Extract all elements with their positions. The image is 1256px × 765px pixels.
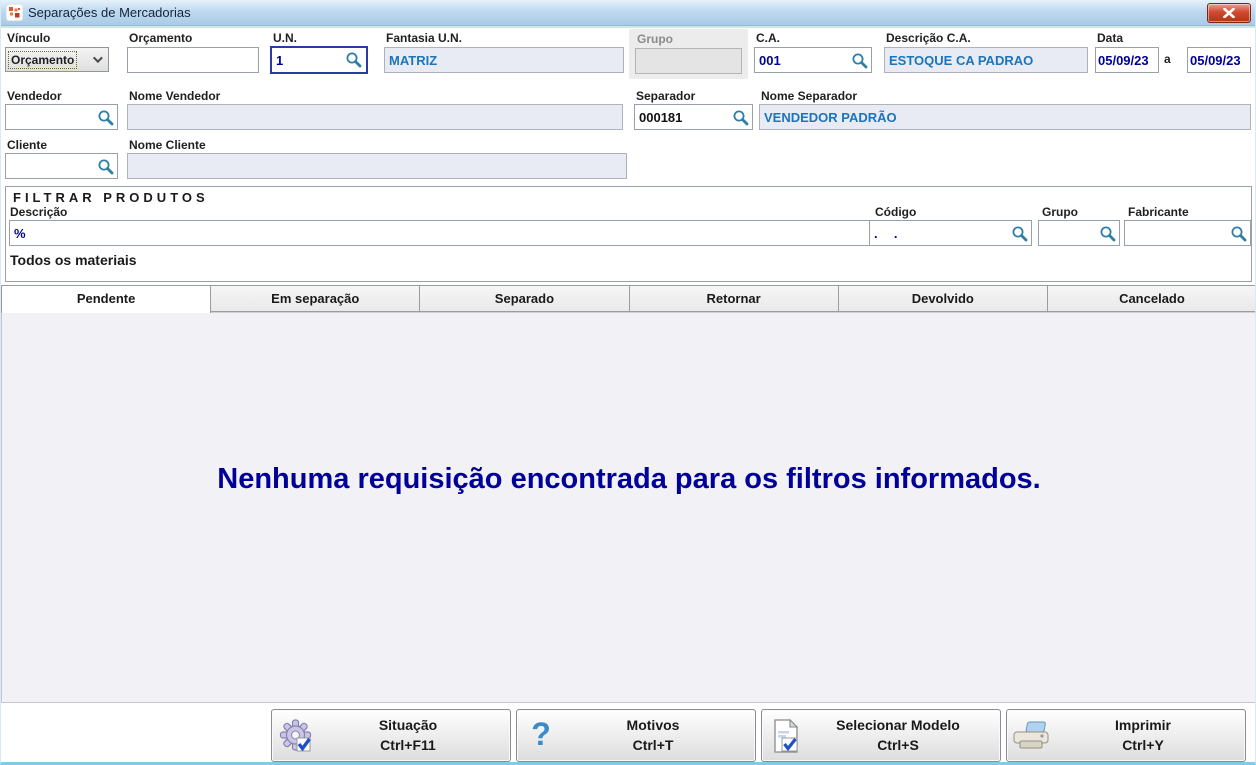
filtro-codigo-label: Código bbox=[875, 205, 917, 219]
todos-materiais-text: Todos os materiais bbox=[10, 252, 137, 268]
grupo-input bbox=[635, 48, 742, 74]
descricao-ca-label: Descrição C.A. bbox=[886, 31, 971, 45]
svg-text:?: ? bbox=[531, 718, 551, 752]
nome-cliente-value bbox=[127, 153, 627, 179]
selecionar-modelo-shortcut: Ctrl+S bbox=[877, 736, 919, 753]
filtro-grupo-label: Grupo bbox=[1042, 205, 1078, 219]
motivos-label: Motivos bbox=[626, 716, 680, 733]
motivos-button[interactable]: ? Motivos Ctrl+T bbox=[516, 709, 756, 762]
un-search-icon[interactable] bbox=[345, 51, 362, 68]
chevron-down-icon bbox=[92, 53, 103, 64]
separador-label: Separador bbox=[636, 89, 696, 103]
separador-search-icon[interactable] bbox=[732, 109, 749, 126]
situacao-label: Situação bbox=[378, 716, 438, 733]
filtro-fabricante-field bbox=[1124, 220, 1251, 246]
vendedor-field bbox=[5, 104, 118, 130]
filtro-codigo-field bbox=[869, 220, 1032, 246]
vendedor-search-icon[interactable] bbox=[97, 109, 114, 126]
question-icon: ? bbox=[517, 718, 565, 754]
selecionar-modelo-button-text: Selecionar Modelo Ctrl+S bbox=[810, 716, 986, 755]
close-button[interactable] bbox=[1207, 3, 1251, 23]
tab-pendente[interactable]: Pendente bbox=[1, 285, 212, 313]
orcamento-label: Orçamento bbox=[129, 31, 193, 45]
imprimir-label: Imprimir bbox=[1114, 716, 1171, 733]
title-bar[interactable]: Separações de Mercadorias bbox=[1, 0, 1255, 26]
nome-separador-value bbox=[759, 104, 1251, 130]
nome-separador-label: Nome Separador bbox=[761, 89, 858, 103]
motivos-shortcut: Ctrl+T bbox=[632, 736, 674, 753]
gear-check-icon bbox=[272, 718, 320, 753]
status-tabs: Pendente Em separação Separado Retornar … bbox=[1, 285, 1255, 313]
nome-vendedor-value bbox=[127, 104, 623, 130]
imprimir-button-text: Imprimir Ctrl+Y bbox=[1055, 716, 1231, 755]
filtro-grupo-field bbox=[1038, 220, 1120, 246]
data-to-input[interactable] bbox=[1187, 47, 1251, 73]
un-field bbox=[270, 46, 368, 74]
situacao-button-text: Situação Ctrl+F11 bbox=[320, 716, 496, 755]
tab-cancelado[interactable]: Cancelado bbox=[1046, 285, 1255, 312]
fantasia-un-label: Fantasia U.N. bbox=[386, 31, 463, 45]
close-icon bbox=[1223, 8, 1235, 18]
tab-em-separacao[interactable]: Em separação bbox=[210, 285, 421, 312]
cliente-search-icon[interactable] bbox=[97, 158, 114, 175]
separacoes-window: Separações de Mercadorias Vínculo Orçame… bbox=[0, 0, 1256, 765]
filtro-descricao-label: Descrição bbox=[10, 205, 68, 219]
grupo-search-icon[interactable] bbox=[1099, 225, 1116, 242]
filtro-descricao-input[interactable] bbox=[9, 220, 870, 246]
codigo-search-icon[interactable] bbox=[1011, 225, 1028, 242]
vendedor-label: Vendedor bbox=[7, 89, 62, 103]
data-label: Data bbox=[1097, 31, 1124, 45]
printer-icon bbox=[1007, 720, 1055, 752]
nome-vendedor-label: Nome Vendedor bbox=[129, 89, 221, 103]
document-check-icon bbox=[762, 718, 810, 754]
filtro-fabricante-label: Fabricante bbox=[1128, 205, 1189, 219]
filtrar-produtos-title: FILTRAR PRODUTOS bbox=[13, 190, 209, 205]
vinculo-selected-value: Orçamento bbox=[7, 50, 78, 69]
tab-devolvido[interactable]: Devolvido bbox=[837, 285, 1048, 312]
data-from-input[interactable] bbox=[1095, 47, 1159, 73]
results-panel: Nenhuma requisição encontrada para os fi… bbox=[1, 312, 1255, 703]
selecionar-modelo-label: Selecionar Modelo bbox=[836, 716, 960, 733]
imprimir-shortcut: Ctrl+Y bbox=[1122, 736, 1164, 753]
situacao-shortcut: Ctrl+F11 bbox=[380, 736, 436, 753]
fantasia-un-value bbox=[384, 47, 624, 73]
app-icon bbox=[6, 4, 23, 21]
descricao-ca-value bbox=[884, 47, 1088, 73]
filtro-codigo-input[interactable] bbox=[869, 220, 1032, 246]
nome-cliente-label: Nome Cliente bbox=[129, 138, 206, 152]
vinculo-label: Vínculo bbox=[7, 31, 51, 45]
motivos-button-text: Motivos Ctrl+T bbox=[565, 716, 741, 755]
data-conjunction: a bbox=[1164, 52, 1171, 66]
fabricante-search-icon[interactable] bbox=[1230, 225, 1247, 242]
window-title: Separações de Mercadorias bbox=[28, 5, 191, 20]
ca-search-icon[interactable] bbox=[851, 52, 868, 69]
situacao-button[interactable]: Situação Ctrl+F11 bbox=[271, 709, 511, 762]
ca-field bbox=[754, 47, 872, 73]
vinculo-select[interactable]: Orçamento bbox=[5, 47, 109, 72]
un-label: U.N. bbox=[273, 31, 297, 45]
grupo-label: Grupo bbox=[637, 32, 673, 46]
cliente-field bbox=[5, 153, 118, 179]
tab-retornar[interactable]: Retornar bbox=[628, 285, 839, 312]
selecionar-modelo-button[interactable]: Selecionar Modelo Ctrl+S bbox=[761, 709, 1001, 762]
empty-results-message: Nenhuma requisição encontrada para os fi… bbox=[217, 463, 1041, 495]
separador-field bbox=[634, 104, 753, 130]
client-top-line bbox=[1, 26, 1255, 28]
cliente-label: Cliente bbox=[7, 138, 48, 152]
ca-label: C.A. bbox=[756, 31, 780, 45]
orcamento-input[interactable] bbox=[127, 47, 259, 73]
tab-separado[interactable]: Separado bbox=[419, 285, 630, 312]
imprimir-button[interactable]: Imprimir Ctrl+Y bbox=[1006, 709, 1246, 762]
